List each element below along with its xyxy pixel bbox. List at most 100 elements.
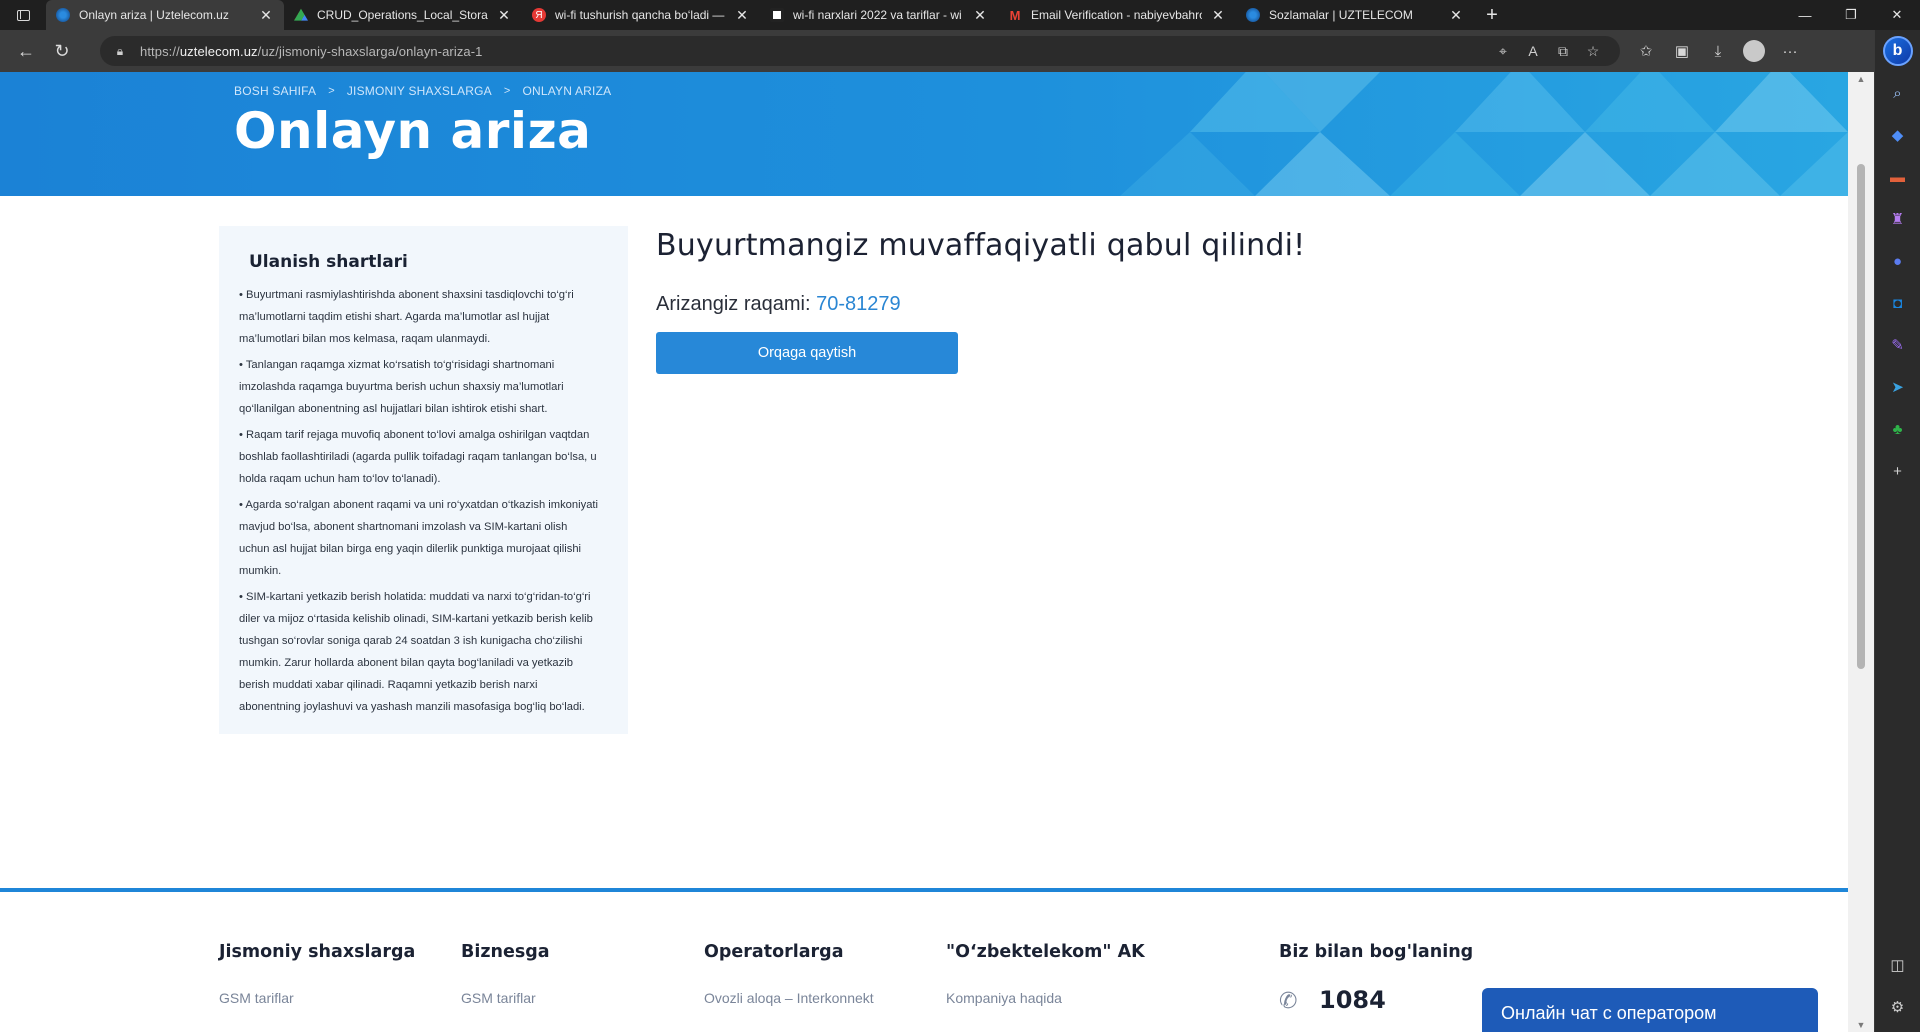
games-icon[interactable]: ♜	[1883, 204, 1913, 234]
url-host: uztelecom.uz	[179, 43, 258, 59]
breadcrumb-separator-icon: >	[503, 85, 511, 97]
order-number: 70-81279	[816, 293, 901, 315]
lock-icon[interactable]: 🔒︎	[112, 43, 128, 59]
search-icon[interactable]: ⌕	[1883, 78, 1913, 108]
tab-close-icon[interactable]: ✕	[972, 7, 988, 24]
breadcrumb-home[interactable]: BOSH SAHIFA	[234, 84, 316, 98]
drive-favicon-icon	[294, 8, 308, 21]
breadcrumb-individuals[interactable]: JISMONIY SHAXSLARGA	[347, 84, 492, 98]
gmail-favicon-icon: M	[1009, 7, 1021, 23]
downloads-icon[interactable]: ⤓	[1700, 36, 1736, 66]
address-toolbar: ← ↻ 🔒︎ https://uztelecom.uz/uz/jismoniy-…	[0, 30, 1920, 72]
browser-tab-bar: Onlayn ariza | Uztelecom.uz ✕ CRUD_Opera…	[0, 0, 1920, 30]
go-back-button[interactable]: Orqaga qaytish	[656, 332, 958, 374]
avatar-icon	[1743, 40, 1765, 62]
outlook-icon[interactable]: ◘	[1883, 288, 1913, 318]
condition-item: • Agarda so‘ralgan abonent raqami va uni…	[239, 499, 599, 577]
settings-gear-icon[interactable]: ⚙	[1883, 992, 1913, 1022]
page-title: Onlayn ariza	[234, 102, 592, 160]
browser-tools: ✩ ▣ ⤓ ···	[1628, 36, 1808, 66]
favorites-icon[interactable]: ✩	[1628, 36, 1664, 66]
tools-briefcase-icon[interactable]: ▬	[1883, 162, 1913, 192]
uztelecom-favicon-icon	[56, 8, 70, 22]
phone-icon: ✆	[1279, 988, 1298, 1013]
hide-sidebar-icon[interactable]: ◫	[1883, 950, 1913, 980]
url-text: https://uztelecom.uz/uz/jismoniy-shaxsla…	[140, 44, 1488, 59]
tab-close-icon[interactable]: ✕	[1210, 7, 1226, 24]
shopping-tag-icon[interactable]: ◆	[1883, 120, 1913, 150]
url-scheme: https://	[140, 43, 180, 59]
online-chat-button[interactable]: Онлайн чат с оператором	[1482, 988, 1818, 1032]
sidebar-bottom: ◫ ⚙	[1883, 938, 1913, 1022]
order-number-line: Arizangiz raqami: 70-81279	[656, 293, 1556, 316]
footer-link[interactable]: Kompaniya haqida	[946, 990, 1145, 1006]
footer-column-title: Biznesga	[461, 942, 550, 962]
tab-close-icon[interactable]: ✕	[496, 7, 512, 24]
app-available-icon[interactable]: ⧉	[1548, 43, 1578, 60]
footer-column-title: Biz bilan bog'laning	[1279, 942, 1474, 962]
yandex-favicon-icon: Я	[532, 8, 546, 22]
success-heading: Buyurtmangiz muvaffaqiyatli qabul qilind…	[656, 228, 1306, 263]
read-aloud-icon[interactable]: A	[1518, 43, 1548, 59]
browser-tab-4[interactable]: M Email Verification - nabiyevbahro ✕	[998, 0, 1236, 30]
browser-tab-2[interactable]: Я wi-fi tushurish qancha bo‘ladi — ✕	[522, 0, 760, 30]
add-favorite-icon[interactable]: ☆	[1578, 43, 1608, 60]
footer-column-individuals: Jismoniy shaxslarga GSM tariflar	[219, 942, 415, 1006]
page-scrollbar[interactable]: ▲ ▼	[1848, 72, 1874, 1032]
designer-icon[interactable]: ✎	[1883, 330, 1913, 360]
condition-item: • SIM-kartani yetkazib berish holatida: …	[239, 591, 593, 713]
uztelecom-favicon-icon	[1246, 8, 1260, 22]
url-path: /uz/jismoniy-shaxslarga/onlayn-ariza-1	[257, 43, 483, 59]
scroll-down-arrow-icon[interactable]: ▼	[1856, 1020, 1866, 1030]
tree-icon[interactable]: ♣	[1883, 414, 1913, 444]
window-controls: — ❐ ✕	[1782, 0, 1920, 30]
copilot-icon[interactable]: b	[1882, 36, 1913, 66]
connection-conditions-panel: Ulanish shartlari • Buyurtmani rasmiylas…	[219, 226, 628, 734]
order-label: Arizangiz raqami:	[656, 293, 811, 315]
tab-title: wi-fi narxlari 2022 va tariflar - wi	[793, 8, 962, 22]
address-bar[interactable]: 🔒︎ https://uztelecom.uz/uz/jismoniy-shax…	[100, 36, 1620, 66]
breadcrumb-current: ONLAYN ARIZA	[522, 84, 612, 98]
footer-column-title: Operatorlarga	[704, 942, 844, 962]
tab-close-icon[interactable]: ✕	[258, 7, 274, 24]
tab-title: Sozlamalar | UZTELECOM	[1269, 8, 1413, 22]
tab-title: wi-fi tushurish qancha bo‘ladi —	[555, 8, 725, 22]
footer-column-contact: Biz bilan bog'laning ✆ 1084	[1279, 942, 1473, 1014]
breadcrumb-separator-icon: >	[328, 85, 335, 97]
scroll-up-arrow-icon[interactable]: ▲	[1856, 74, 1866, 84]
refresh-icon[interactable]: ↻	[44, 35, 80, 67]
location-icon[interactable]: ⌖	[1488, 43, 1518, 60]
condition-item: • Raqam tarif rejaga muvofiq abonent to‘…	[239, 429, 597, 485]
edge-sidebar: b ⌕ ◆ ▬ ♜ ● ◘ ✎ ➤ ♣ + ◫ ⚙	[1874, 30, 1920, 1032]
profile-avatar[interactable]	[1736, 36, 1772, 66]
footer-column-business: Biznesga GSM tariflar	[461, 942, 550, 1006]
new-tab-plus-icon[interactable]: +	[1474, 0, 1510, 30]
footer-column-company: "O‘zbektelekom" AK Kompaniya haqida	[946, 942, 1145, 1006]
telegram-icon[interactable]: ➤	[1883, 372, 1913, 402]
collections-icon[interactable]: ▣	[1664, 36, 1700, 66]
microsoft-365-icon[interactable]: ●	[1883, 246, 1913, 276]
tab-title: Onlayn ariza | Uztelecom.uz	[79, 8, 229, 22]
scrollbar-thumb[interactable]	[1857, 164, 1865, 669]
browser-tab-0[interactable]: Onlayn ariza | Uztelecom.uz ✕	[46, 0, 284, 30]
close-window-icon[interactable]: ✕	[1874, 0, 1920, 30]
site-favicon-icon	[770, 8, 784, 22]
back-arrow-icon[interactable]: ←	[8, 35, 44, 67]
tab-actions-icon[interactable]	[0, 0, 46, 30]
browser-tab-3[interactable]: wi-fi narxlari 2022 va tariflar - wi ✕	[760, 0, 998, 30]
tab-close-icon[interactable]: ✕	[1448, 7, 1464, 24]
restore-icon[interactable]: ❐	[1828, 0, 1874, 30]
browser-tab-5[interactable]: Sozlamalar | UZTELECOM ✕	[1236, 0, 1474, 30]
footer-column-title: "O‘zbektelekom" AK	[946, 942, 1145, 962]
tab-close-icon[interactable]: ✕	[734, 7, 750, 24]
footer-link[interactable]: GSM tariflar	[219, 990, 415, 1006]
contact-phone[interactable]: ✆ 1084	[1279, 986, 1473, 1014]
add-sidebar-app-icon[interactable]: +	[1883, 456, 1913, 486]
web-page: BOSH SAHIFA > JISMONIY SHAXSLARGA > ONLA…	[0, 72, 1848, 1032]
minimize-icon[interactable]: —	[1782, 0, 1828, 30]
browser-tab-1[interactable]: CRUD_Operations_Local_Storage ✕	[284, 0, 522, 30]
footer-link[interactable]: GSM tariflar	[461, 990, 550, 1006]
more-menu-icon[interactable]: ···	[1772, 36, 1808, 66]
footer-link[interactable]: Ovozli aloqa – Interkonnekt	[704, 990, 874, 1006]
conditions-title: Ulanish shartlari	[249, 252, 408, 272]
